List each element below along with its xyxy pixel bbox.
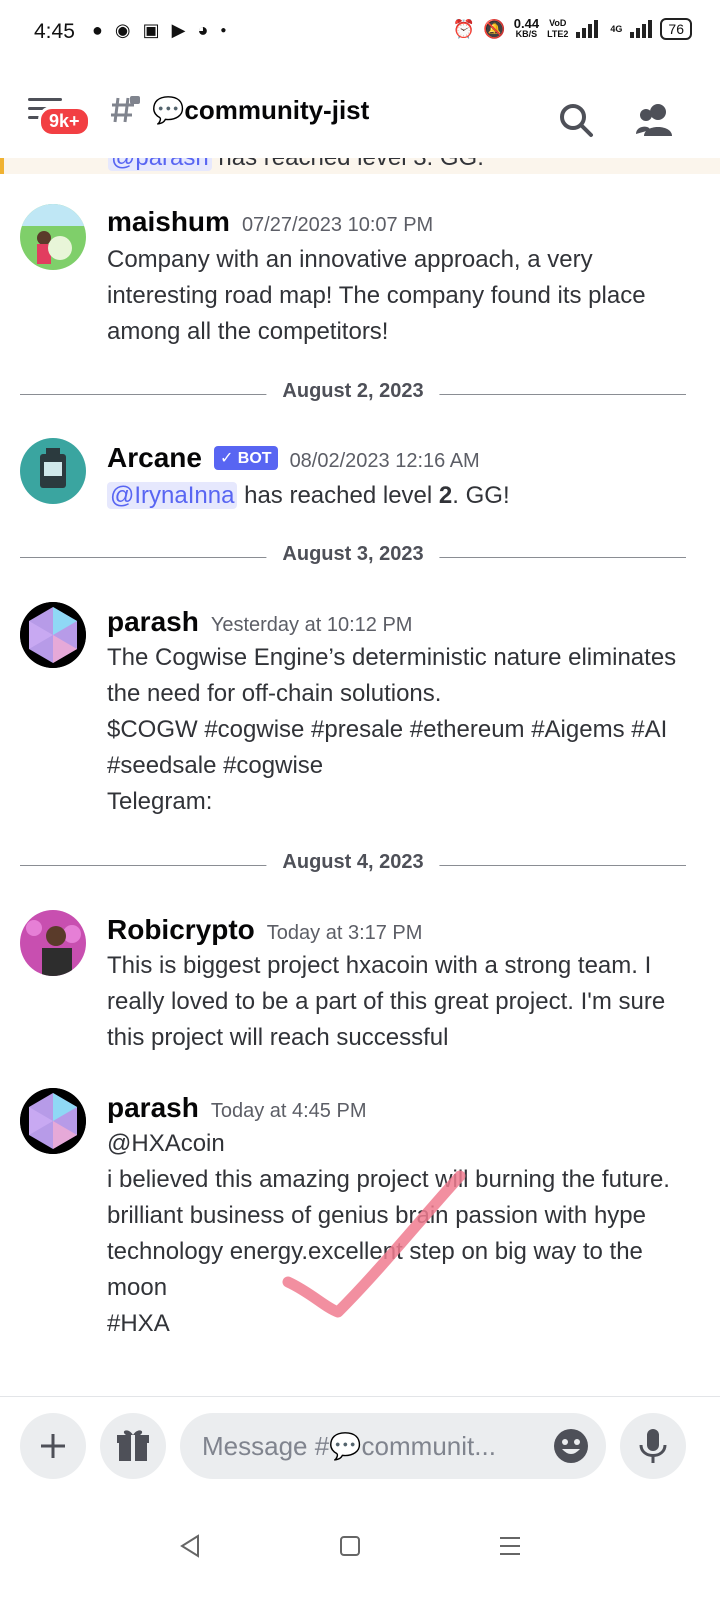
timestamp: 07/27/2023 10:07 PM <box>241 214 434 236</box>
timestamp: Yesterday at 10:12 PM <box>210 614 413 636</box>
recent-apps-icon[interactable] <box>490 1526 530 1566</box>
username[interactable]: Robicrypto <box>107 914 255 946</box>
voice-message-button[interactable] <box>620 1413 686 1479</box>
status-time: 4:45 <box>34 20 75 43</box>
timestamp: Today at 4:45 PM <box>210 1100 367 1122</box>
add-attachment-button[interactable] <box>20 1413 86 1479</box>
network-speed: 0.44 KB/S <box>513 16 540 39</box>
signal-icon <box>576 20 599 38</box>
facebook-notification-icon: ▣ <box>142 20 160 40</box>
gift-icon <box>117 1430 149 1461</box>
plus-icon <box>41 1434 65 1458</box>
message-input[interactable] <box>180 1413 606 1479</box>
user-mention[interactable]: @parash <box>108 158 212 171</box>
signal-icon-2 <box>630 20 653 38</box>
date-divider-label: August 4, 2023 <box>266 851 440 874</box>
date-divider-label: August 2, 2023 <box>266 380 440 403</box>
search-icon[interactable] <box>556 100 596 140</box>
bot-tag: ✓ BOT <box>213 446 278 470</box>
bot-avatar[interactable] <box>20 438 86 504</box>
mute-icon: 🔕 <box>483 18 506 39</box>
avatar[interactable] <box>20 602 86 668</box>
chat-notification-icon: ● <box>92 20 103 40</box>
avatar[interactable] <box>20 910 86 976</box>
username[interactable]: maishum <box>107 206 230 238</box>
microphone-icon <box>639 1429 667 1463</box>
back-icon[interactable] <box>170 1526 210 1566</box>
unread-badge: 9k+ <box>38 106 91 137</box>
username[interactable]: parash <box>107 606 199 638</box>
locked-hash-icon <box>111 96 140 123</box>
channel-title[interactable]: 💬community-jist <box>110 94 369 126</box>
status-indicators: ⏰ 🔕 0.44 KB/S VoD LTE2 4G 76 <box>452 16 692 40</box>
system-navigation-bar <box>0 1500 720 1600</box>
status-bar: 4:45 ● ◉ ▣ ▶ ◕ ● ⏰ 🔕 0.44 KB/S VoD LTE2 … <box>0 0 720 64</box>
menu-button[interactable]: 9k+ <box>28 98 91 138</box>
discord-notification-icon: ◉ <box>114 20 131 40</box>
avatar[interactable] <box>20 204 86 270</box>
user-mention[interactable]: @IrynaInna <box>107 482 238 509</box>
date-divider: August 2, 2023 <box>20 380 686 406</box>
message-text: @IrynaInna has reached level 2. GG! <box>107 478 694 514</box>
volte-label: VoD LTE2 <box>547 18 569 39</box>
system-message-strip: @parash has reached level 3. GG. <box>0 158 720 174</box>
date-divider: August 4, 2023 <box>20 851 686 877</box>
timestamp: 08/02/2023 12:16 AM <box>289 450 480 472</box>
network-4g-label: 4G <box>610 23 623 34</box>
emoji-icon[interactable] <box>552 1427 590 1465</box>
channel-header: 9k+ 💬community-jist <box>0 72 720 159</box>
message-text: @HXAcoin i believed this amazing project… <box>107 1130 670 1337</box>
message-composer <box>0 1396 720 1501</box>
gift-button[interactable] <box>100 1413 166 1479</box>
home-icon[interactable] <box>330 1526 370 1566</box>
members-icon[interactable] <box>636 100 676 140</box>
message-text: The Cogwise Engine’s deterministic natur… <box>107 644 677 815</box>
timestamp: Today at 3:17 PM <box>266 922 423 944</box>
notification-icons: ● ◉ ▣ ▶ ◕ ● <box>92 20 226 41</box>
reddit-notification-icon: ◕ <box>197 20 209 40</box>
username[interactable]: parash <box>107 1092 199 1124</box>
battery-indicator: 76 <box>660 18 692 40</box>
more-dot-icon: ● <box>220 25 227 36</box>
youtube-notification-icon: ▶ <box>171 20 186 40</box>
username[interactable]: Arcane <box>107 442 202 474</box>
alarm-icon: ⏰ <box>452 18 476 39</box>
date-divider-label: August 3, 2023 <box>266 543 440 566</box>
date-divider: August 3, 2023 <box>20 543 686 569</box>
avatar[interactable] <box>20 1088 86 1154</box>
channel-name: 💬community-jist <box>152 94 370 125</box>
message-text: This is biggest project hxacoin with a s… <box>107 952 666 1051</box>
message-text: Company with an innovative approach, a v… <box>107 246 646 345</box>
